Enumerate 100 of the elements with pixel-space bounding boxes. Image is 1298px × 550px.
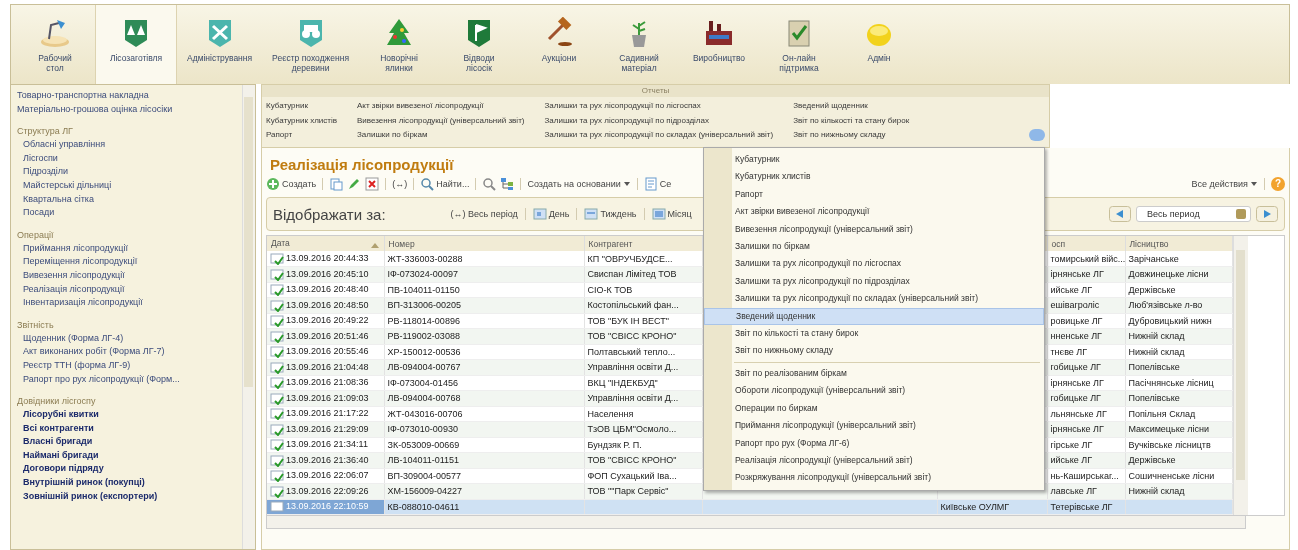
menu-item[interactable]: Залишки по біркам	[704, 238, 1044, 256]
menu-item[interactable]: Звіт по нижньому складу	[704, 342, 1044, 360]
period-field[interactable]: Весь период	[1136, 206, 1251, 222]
report-link[interactable]: Звіт по кількості та стану бирок	[793, 113, 910, 128]
navigation-link[interactable]: Акт виконаних робіт (Форма ЛГ-7)	[17, 345, 236, 359]
navigation-link[interactable]: Квартальна сітка	[17, 192, 236, 207]
navigation-link[interactable]: Внутрішній ринок (покупці)	[17, 476, 236, 490]
menu-item[interactable]: Залишки та рух лісопродукції по лісгоспах	[704, 255, 1044, 273]
section-tab[interactable]: Виробництво	[679, 5, 759, 84]
navigation-link[interactable]: Всі контрагенти	[17, 421, 236, 436]
all-actions-button[interactable]: Все действия	[1191, 179, 1258, 189]
menu-item[interactable]: Реалізація лісопродукції (універсальний звіт)	[704, 451, 1044, 470]
navigation-link[interactable]: Реалізація лісопродукції	[17, 282, 236, 297]
command-button[interactable]: Создать на основании	[527, 179, 631, 189]
section-tab[interactable]: Адміністрування	[177, 5, 263, 84]
navigation-link[interactable]: Інвентаризація лісопродукції	[17, 296, 236, 310]
command-button[interactable]: (↔)	[392, 179, 408, 189]
delete-button[interactable]	[365, 177, 380, 191]
menu-item[interactable]: Залишки та рух лісопродукції по складах (універсальний звіт)	[704, 290, 1044, 308]
column-header[interactable]: Дата	[267, 236, 384, 251]
menu-item[interactable]: Акт звірки вивезеної лісопродукції	[704, 203, 1044, 221]
navigation-link[interactable]: Товарно-транспортна накладна	[17, 89, 236, 103]
navigation-link[interactable]: Підрозділи	[17, 165, 236, 179]
section-tab[interactable]: Відводи лісосік	[439, 5, 519, 84]
report-link[interactable]: Кубатурник	[266, 99, 337, 114]
navigation-link[interactable]: Переміщення лісопродукції	[17, 255, 236, 269]
table-cell: Сошичненське лісни	[1125, 468, 1232, 484]
next-period-button[interactable]	[1256, 206, 1278, 222]
more-reports-button[interactable]	[1029, 128, 1045, 141]
menu-item[interactable]: Звіт по кількості та стану бирок	[704, 325, 1044, 343]
search-button[interactable]	[482, 177, 497, 191]
section-tab[interactable]: Аукціони	[519, 5, 599, 84]
column-header[interactable]: Номер	[384, 236, 584, 251]
hierarchy-button[interactable]	[500, 177, 515, 191]
navigation-link[interactable]: Обласні управління	[17, 138, 236, 152]
section-tab[interactable]: Лісозаготівля	[95, 5, 177, 84]
section-tab[interactable]: Реєстр походження деревини	[262, 5, 359, 84]
menu-item[interactable]: Розкряжування лісопродукції (універсальний звіт)	[704, 469, 1044, 487]
navigation-link[interactable]: Посади	[17, 206, 236, 220]
period-button[interactable]: (↔) Весь період	[450, 209, 518, 219]
copy-button[interactable]	[329, 177, 344, 191]
report-link[interactable]: Звіт по нижньому складу	[793, 128, 910, 143]
menu-item[interactable]: Звіт по реалізованим біркам	[704, 364, 1044, 383]
report-link[interactable]: Кубатурник хлистів	[266, 113, 337, 128]
section-tab[interactable]: Рабочий стол	[15, 5, 95, 84]
navigation-link[interactable]: Лісорубні квитки	[17, 408, 236, 422]
table-cell: нненське ЛГ	[1047, 328, 1125, 344]
navigation-link[interactable]: Приймання лісопродукції	[17, 241, 236, 256]
tab-label: Лісозаготівля	[109, 53, 163, 63]
navigation-link[interactable]: Щоденник (Форма ЛГ-4)	[17, 331, 236, 346]
report-link[interactable]: Вивезення лісопродукції (універсальний звіт)	[357, 113, 525, 128]
column-header[interactable]: Контрагент	[584, 236, 702, 251]
report-link[interactable]: Рапорт	[266, 128, 337, 143]
navigation-link[interactable]: Майстерські дільниці	[17, 178, 236, 193]
menu-item[interactable]: Приймання лісопродукції (універсальний звіт)	[704, 417, 1044, 435]
section-tab[interactable]: Адмін	[839, 5, 919, 84]
previous-period-button[interactable]	[1109, 206, 1131, 222]
table-cell: ТзОВ ЦБМ"Осмоло...	[584, 421, 702, 437]
section-tab[interactable]: Садивний матеріал	[599, 5, 679, 84]
menu-item[interactable]: Операции по биркам	[704, 399, 1044, 418]
navigation-link[interactable]: Власні бригади	[17, 435, 236, 449]
menu-item[interactable]: Рапорт про рух (Форма ЛГ-6)	[704, 434, 1044, 452]
period-button[interactable]: День	[532, 207, 570, 221]
column-header[interactable]: Лісництво	[1125, 236, 1232, 251]
menu-item[interactable]: Зведений щоденник	[704, 307, 1044, 326]
navigation-link[interactable]: Наймані бригади	[17, 448, 236, 463]
navigation-link[interactable]: Реєстр ТТН (форма ЛГ-9)	[17, 358, 236, 373]
command-button[interactable]: Найти...	[420, 177, 470, 191]
report-link[interactable]: Залишки та рух лісопродукції по підрозділах	[544, 113, 774, 128]
navigation-link[interactable]: Лісгоспи	[17, 151, 236, 166]
menu-item[interactable]: Обороти лісопродукції (універсальний звіт)	[704, 382, 1044, 400]
report-link[interactable]: Акт звірки вивезеної лісопродукції	[357, 99, 525, 114]
navigation-link[interactable]: Рапорт про рух лісопродукції (Форм...	[17, 372, 236, 387]
report-link[interactable]: Залишки по біркам	[357, 128, 525, 143]
report-link[interactable]: Залишки та рух лісопродукції по лісгоспах	[544, 99, 774, 114]
navigation-link[interactable]: Зовнішній ринок (експортери)	[17, 489, 236, 504]
report-link[interactable]: Залишки та рух лісопродукції по складах (універсальний звіт)	[544, 128, 774, 143]
navigation-link[interactable]: Договори підряду	[17, 462, 236, 477]
section-tab[interactable]: Он-лайн підтримка	[759, 5, 839, 84]
period-button[interactable]: Тиждень	[584, 207, 637, 221]
scrollbar[interactable]	[266, 516, 1246, 529]
tab-label: Новорічні ялинки	[380, 53, 418, 73]
menu-item[interactable]: Рапорт	[704, 185, 1044, 204]
menu-item[interactable]: Кубатурник	[704, 151, 1044, 169]
menu-item[interactable]: Кубатурник хлистів	[704, 168, 1044, 186]
menu-item[interactable]: Залишки та рух лісопродукції по підрозділах	[704, 272, 1044, 291]
scrollbar[interactable]	[242, 85, 255, 549]
navigation-link[interactable]: Вивезення лісопродукції	[17, 268, 236, 283]
table-cell: ірнянське ЛГ	[1047, 375, 1125, 391]
pencil-button[interactable]	[347, 177, 362, 191]
command-button[interactable]: Создать	[266, 177, 317, 191]
section-tab[interactable]: Новорічні ялинки	[359, 5, 439, 84]
table-cell: нь-Каширськаг...	[1047, 468, 1125, 484]
navigation-link[interactable]: Матеріально-грошова оцінка лісосіки	[17, 102, 236, 117]
command-button[interactable]: Се	[643, 177, 672, 191]
date-text: 13.09.2016 20:45:10	[286, 268, 369, 279]
report-link[interactable]: Зведений щоденник	[793, 99, 910, 114]
menu-item[interactable]: Вивезення лісопродукції (універсальний звіт)	[704, 220, 1044, 239]
column-header[interactable]: осп	[1047, 236, 1125, 251]
period-button[interactable]: Місяц	[651, 207, 692, 221]
